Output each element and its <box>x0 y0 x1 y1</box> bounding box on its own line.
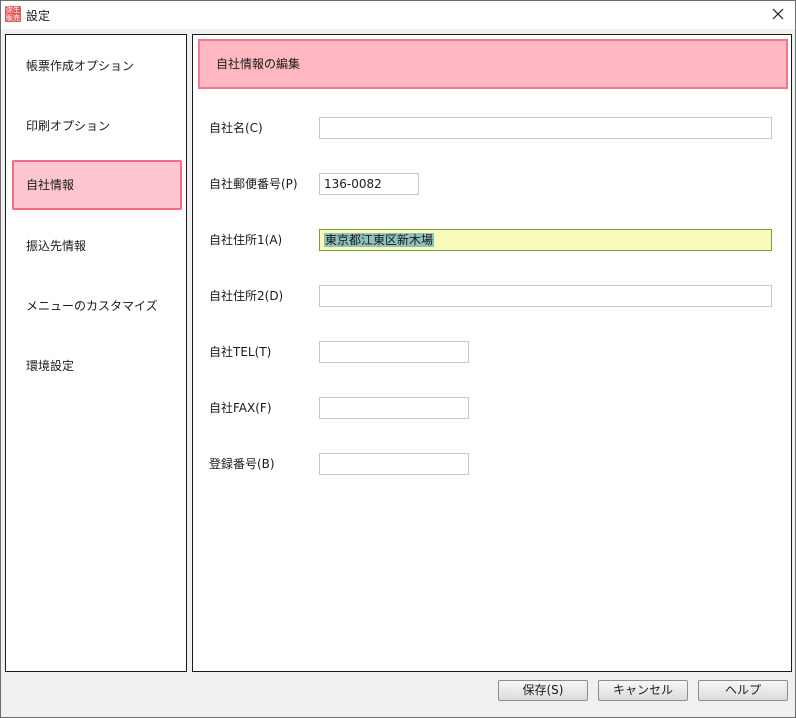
app-icon-text-bottom: 販売 <box>6 14 20 22</box>
postal-code-label: 自社郵便番号(P) <box>209 177 298 191</box>
cancel-button[interactable]: キャンセル <box>598 680 688 701</box>
panel-title: 自社情報の編集 <box>216 57 301 71</box>
sidebar-item-print-options[interactable]: 印刷オプション <box>12 101 182 151</box>
sidebar-item-environment[interactable]: 環境設定 <box>12 341 182 391</box>
fax-input[interactable] <box>319 397 469 419</box>
sidebar-item-report-options[interactable]: 帳票作成オプション <box>12 41 182 91</box>
settings-dialog: 弥生 販売 設定 帳票作成オプション 印刷オプション 自社情報 振込先情報 メニ… <box>0 0 796 718</box>
address1-label: 自社住所1(A) <box>209 233 283 247</box>
company-name-input[interactable] <box>319 117 772 139</box>
company-info-panel: 自社情報の編集 自社名(C) 自社郵便番号(P) 自社住所1(A) 東京都江東区… <box>192 34 792 672</box>
registration-number-label: 登録番号(B) <box>209 457 275 471</box>
sidebar-item-company-info[interactable]: 自社情報 <box>12 160 182 210</box>
address2-label: 自社住所2(D) <box>209 289 284 303</box>
panel-header: 自社情報の編集 <box>198 39 788 89</box>
postal-code-input[interactable] <box>319 173 419 195</box>
help-button[interactable]: ヘルプ <box>698 680 788 701</box>
address2-input[interactable] <box>319 285 772 307</box>
title-bar: 弥生 販売 設定 <box>1 1 795 29</box>
tel-label: 自社TEL(T) <box>209 345 272 359</box>
registration-number-input[interactable] <box>319 453 469 475</box>
fax-label: 自社FAX(F) <box>209 401 272 415</box>
company-name-label: 自社名(C) <box>209 121 263 135</box>
sidebar-item-bank-info[interactable]: 振込先情報 <box>12 221 182 271</box>
app-logo-icon: 弥生 販売 <box>5 6 21 22</box>
address1-selected-text: 東京都江東区新木場 <box>324 233 435 247</box>
close-icon <box>772 8 784 20</box>
save-button[interactable]: 保存(S) <box>498 680 588 701</box>
tel-input[interactable] <box>319 341 469 363</box>
settings-sidebar: 帳票作成オプション 印刷オプション 自社情報 振込先情報 メニューのカスタマイズ… <box>5 34 187 672</box>
app-icon-text-top: 弥生 <box>6 6 20 14</box>
close-button[interactable] <box>767 5 789 25</box>
address1-input[interactable]: 東京都江東区新木場 <box>319 229 772 251</box>
sidebar-item-menu-customize[interactable]: メニューのカスタマイズ <box>12 281 182 331</box>
window-title: 設定 <box>26 9 51 23</box>
